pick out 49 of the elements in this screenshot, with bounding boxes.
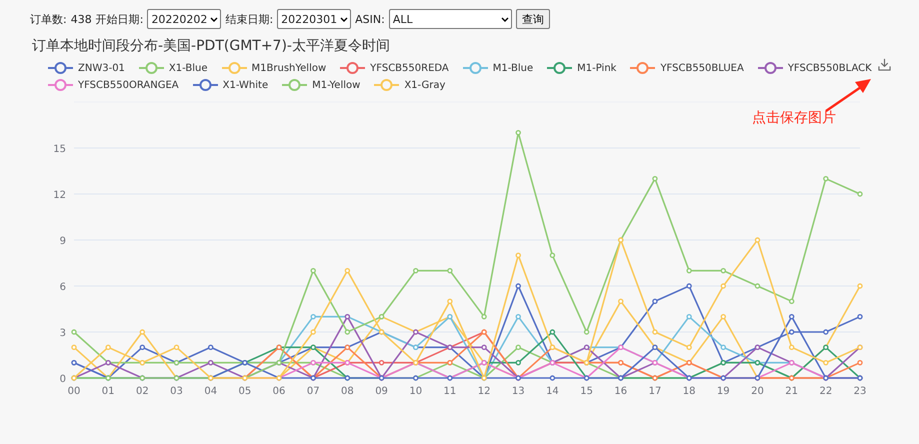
x-tick-label: 13: [512, 386, 525, 397]
asin-label: ASIN:: [355, 12, 385, 26]
x-tick-label: 19: [716, 386, 730, 397]
x-tick-label: 16: [614, 386, 628, 397]
legend-label: X1-Gray: [404, 80, 446, 90]
x-tick-label: 17: [648, 386, 662, 397]
x-tick-label: 20: [751, 386, 764, 397]
legend-label: M1BrushYellow: [252, 62, 326, 74]
x-tick-label: 06: [272, 386, 286, 397]
x-tick-label: 08: [341, 386, 354, 397]
legend-label: YFSCB550BLUEA: [660, 62, 744, 74]
legend-label: M1-Yellow: [312, 80, 360, 90]
x-tick-label: 01: [102, 386, 115, 397]
y-tick-label: 6: [60, 282, 66, 293]
x-tick-label: 03: [170, 386, 183, 397]
y-tick-label: 3: [60, 328, 66, 339]
x-tick-label: 00: [68, 386, 80, 397]
y-tick-label: 15: [53, 144, 66, 155]
legend-label: YFSCB550REDA: [370, 62, 449, 74]
x-tick-label: 21: [785, 386, 798, 397]
legend-label: YFSCB550BLACK: [788, 62, 872, 74]
legend-label: ZNW3-01: [78, 62, 125, 74]
x-tick-label: 22: [819, 386, 832, 397]
legend-label: M1-Pink: [577, 62, 616, 74]
x-tick-label: 15: [580, 386, 593, 397]
order-count-label: 订单数:: [30, 12, 67, 26]
legend-label: X1-Blue: [168, 62, 208, 74]
legend-label: M1-Blue: [492, 62, 534, 74]
x-tick-label: 14: [546, 386, 559, 397]
x-tick-label: 02: [136, 386, 149, 397]
x-tick-label: 23: [854, 386, 866, 397]
start-date-label: 开始日期:: [96, 12, 144, 26]
x-tick-label: 09: [375, 386, 388, 397]
x-tick-label: 11: [444, 386, 456, 397]
x-tick-label: 18: [682, 386, 696, 397]
x-tick-label: 10: [409, 386, 422, 397]
chart-title: 订单本地时间段分布-美国-PDT(GMT+7)-太平洋夏令时间: [31, 37, 391, 55]
x-tick-label: 12: [478, 386, 490, 397]
x-tick-label: 07: [306, 386, 320, 397]
legend-label: YFSCB550ORANGEA: [78, 80, 179, 90]
save-hint: 点击保存图片: [752, 109, 836, 127]
y-tick-label: 9: [60, 236, 66, 247]
legend-label: X1-White: [222, 80, 268, 90]
end-date-label: 结束日期:: [225, 12, 274, 26]
x-tick-label: 04: [204, 386, 218, 397]
order-count: 438: [70, 12, 92, 26]
x-tick-label: 05: [238, 386, 252, 397]
y-tick-label: 12: [53, 190, 66, 201]
y-tick-label: 0: [60, 374, 66, 385]
